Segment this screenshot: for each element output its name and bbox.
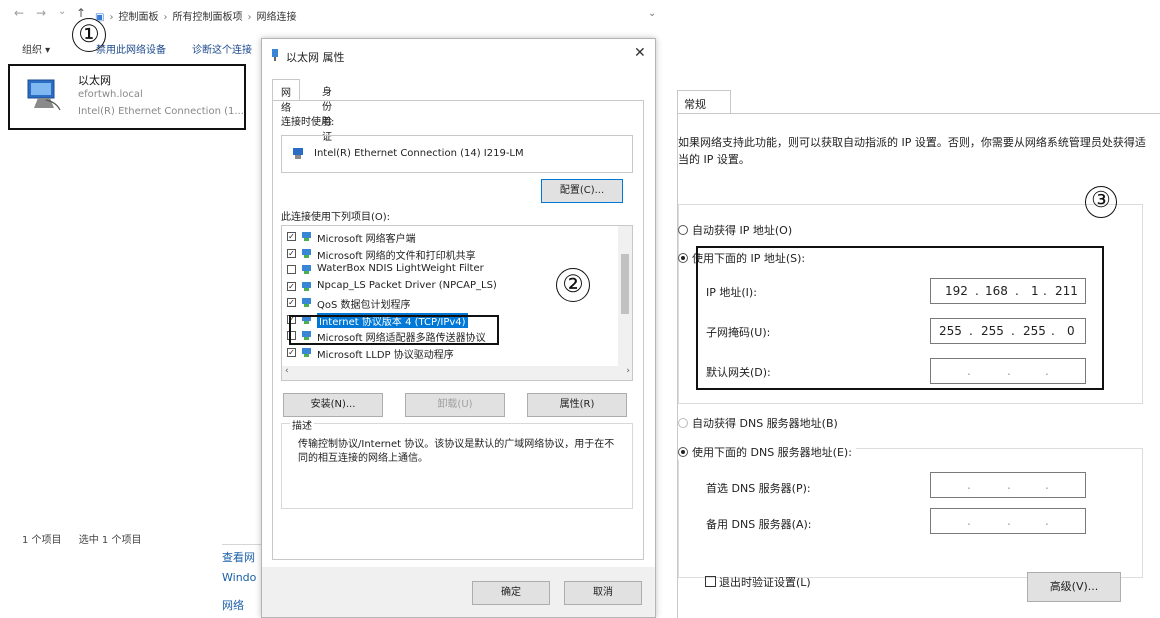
chevron-down-icon[interactable]: ⌄ <box>648 8 656 19</box>
adapter-field: Intel(R) Ethernet Connection (14) I219-L… <box>281 135 633 173</box>
uninstall-button[interactable]: 卸载(U) <box>405 393 505 417</box>
network-component-icon <box>302 298 311 307</box>
checkbox-checked-icon[interactable]: ✓ <box>287 232 296 241</box>
checkbox-icon <box>705 576 716 587</box>
close-icon[interactable]: ✕ <box>634 45 646 61</box>
checkbox-checked-icon[interactable]: ✓ <box>287 281 296 291</box>
list-item-label: QoS 数据包计划程序 <box>317 300 411 311</box>
network-component-icon <box>302 347 311 357</box>
advanced-button[interactable]: 高级(V)... <box>1027 572 1121 602</box>
status-bar: 1 个项目 选中 1 个项目 <box>22 531 155 546</box>
radio-disabled-icon <box>678 418 688 428</box>
description-group: 描述 传输控制协议/Internet 协议。该协议是默认的广域网络协议，用于在不… <box>281 417 633 509</box>
tab-network[interactable]: 网络 <box>272 79 300 114</box>
validate-label: 退出时验证设置(L) <box>719 576 811 589</box>
list-item-label: Npcap_LS Packet Driver (NPCAP_LS) <box>317 279 497 291</box>
auto-ip-radio[interactable]: 自动获得 IP 地址(O) <box>678 222 792 238</box>
related-link[interactable]: Windo <box>222 571 256 584</box>
network-adapter-icon <box>293 148 303 159</box>
install-button[interactable]: 安装(N)... <box>283 393 383 417</box>
list-item-label: Microsoft 网络客户端 <box>317 234 416 245</box>
checkbox-icon[interactable] <box>287 265 296 274</box>
properties-button[interactable]: 属性(R) <box>527 393 627 417</box>
octet-dot: . <box>1045 478 1049 492</box>
item-count: 1 个项目 <box>22 535 62 546</box>
manual-dns-label: 使用下面的 DNS 服务器地址(E): <box>692 446 852 459</box>
auto-ip-label: 自动获得 IP 地址(O) <box>692 224 793 237</box>
step-2-marker: ② <box>556 268 590 302</box>
related-links: 查看网 Windo 网络 <box>222 544 262 618</box>
tab-authentication[interactable]: 身份验证 <box>314 79 340 143</box>
related-link[interactable]: 查看网 <box>222 549 255 565</box>
octet-dot: . <box>1007 514 1011 528</box>
cancel-button[interactable]: 取消 <box>564 581 642 605</box>
back-arrow-icon[interactable]: ← <box>14 6 24 20</box>
radio-selected-icon <box>678 447 688 457</box>
preferred-dns-field[interactable]: . . . <box>930 472 1086 498</box>
list-item-label: Microsoft 网络的文件和打印机共享 <box>317 250 476 262</box>
scroll-right-icon[interactable]: › <box>626 366 630 376</box>
description-text: 传输控制协议/Internet 协议。该协议是默认的广域网络协议，用于在不同的相… <box>298 439 615 464</box>
organize-menu[interactable]: 组织 ▾ <box>22 41 50 56</box>
scroll-left-icon[interactable]: ‹ <box>285 366 289 376</box>
auto-dns-radio[interactable]: 自动获得 DNS 服务器地址(B) <box>678 415 838 431</box>
network-icon <box>272 49 278 61</box>
checkbox-checked-icon[interactable]: ✓ <box>287 248 296 258</box>
ok-button[interactable]: 确定 <box>472 581 550 605</box>
validate-on-exit-checkbox[interactable]: 退出时验证设置(L) <box>705 574 811 590</box>
auto-dns-label: 自动获得 DNS 服务器地址(B) <box>692 417 838 430</box>
configure-button[interactable]: 配置(C)... <box>541 179 623 203</box>
items-label: 此连接使用下列项目(O): <box>281 212 391 223</box>
manual-dns-radio[interactable]: 使用下面的 DNS 服务器地址(E): <box>678 444 856 460</box>
checkbox-checked-icon[interactable]: ✓ <box>287 298 296 307</box>
connect-using-label: 连接时使用: <box>281 117 335 128</box>
intro-text: 如果网络支持此功能，则可以获取自动指派的 IP 设置。否则，你需要从网络系统管理… <box>678 136 1146 166</box>
disable-device-button[interactable]: 禁用此网络设备 <box>96 41 166 56</box>
related-link[interactable]: 网络 <box>222 597 244 613</box>
list-item-label: WaterBox NDIS LightWeight Filter <box>317 263 484 274</box>
dialog-title: 以太网 属性 <box>286 51 345 64</box>
breadcrumb-item[interactable]: 控制面板 <box>118 12 158 23</box>
step-1-marker: ① <box>72 18 106 52</box>
adapter-name: Intel(R) Ethernet Connection (14) I219-L… <box>314 148 524 159</box>
preferred-dns-label: 首选 DNS 服务器(P): <box>706 482 811 495</box>
static-ip-highlight-box <box>696 246 1104 390</box>
alternate-dns-field[interactable]: . . . <box>930 508 1086 534</box>
selected-count: 选中 1 个项目 <box>78 535 142 546</box>
ipv4-highlight-box <box>289 315 499 345</box>
dialog-footer: 确定 取消 <box>262 567 655 617</box>
breadcrumb-item[interactable]: 网络连接 <box>256 12 296 23</box>
network-component-icon <box>302 281 311 291</box>
octet-dot: . <box>1007 478 1011 492</box>
tab-general[interactable]: 常规 <box>677 90 731 114</box>
description-title: 描述 <box>290 417 314 432</box>
breadcrumb: ▣ › 控制面板 › 所有控制面板项 › 网络连接 <box>95 12 297 23</box>
horizontal-scrollbar[interactable]: ‹ › <box>282 366 632 380</box>
checkbox-checked-icon[interactable]: ✓ <box>287 347 296 357</box>
forward-arrow-icon[interactable]: → <box>36 6 46 20</box>
list-item-label: Microsoft LLDP 协议驱动程序 <box>317 349 454 361</box>
recent-chevron-icon[interactable]: ⌄ <box>58 6 66 17</box>
breadcrumb-item[interactable]: 所有控制面板项 <box>172 12 242 23</box>
radio-icon <box>678 225 688 235</box>
network-component-icon <box>302 232 311 241</box>
octet-dot: . <box>967 478 971 492</box>
octet-dot: . <box>1045 514 1049 528</box>
alternate-dns-label: 备用 DNS 服务器(A): <box>706 518 812 531</box>
radio-selected-icon <box>678 253 688 263</box>
diagnose-button[interactable]: 诊断这个连接 <box>192 41 252 56</box>
ethernet-adapter-item[interactable] <box>8 64 246 130</box>
octet-dot: . <box>967 514 971 528</box>
network-component-icon <box>302 248 311 258</box>
network-component-icon <box>302 265 311 274</box>
step-3-marker: ③ <box>1085 186 1117 218</box>
